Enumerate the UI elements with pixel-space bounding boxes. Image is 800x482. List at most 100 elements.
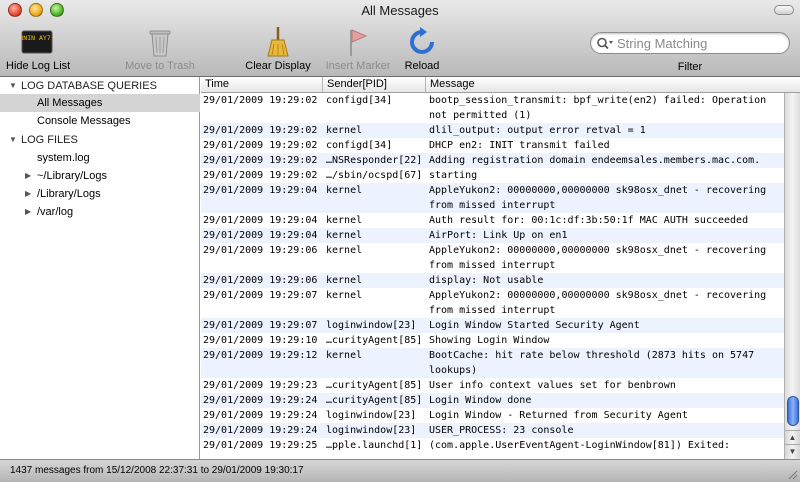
sidebar-item-label: Console Messages <box>37 115 131 127</box>
console-window: All Messages WARNIN AY7:36 Hide Log List… <box>0 0 800 482</box>
log-row[interactable]: 29/01/2009 19:29:04 kernel AirPort: Link U… <box>201 228 784 243</box>
log-time-cell: 29/01/2009 19:29:02 <box>203 155 318 166</box>
sidebar-item-all-messages[interactable]: All Messages <box>0 94 200 112</box>
clear-display-label: Clear Display <box>245 60 311 72</box>
log-message-cell: bootp_session_transmit: bpf_write(en2) f… <box>429 95 767 121</box>
log-time-cell: 29/01/2009 19:29:23 <box>203 380 318 391</box>
trash-icon <box>149 30 171 57</box>
log-time-cell: 29/01/2009 19:29:04 <box>203 215 318 226</box>
log-time-cell: 29/01/2009 19:29:25 <box>203 440 318 451</box>
log-sender-cell: kernel <box>326 215 363 226</box>
disclosure-open-icon[interactable]: ▼ <box>9 131 17 149</box>
log-sender-cell: kernel <box>326 230 363 241</box>
log-row[interactable]: 29/01/2009 19:29:07 loginwindow[23] Login … <box>201 318 784 333</box>
log-row[interactable]: 29/01/2009 19:29:07 kernel AppleYukon2: 00… <box>201 288 784 318</box>
marker-flag-icon <box>350 29 368 56</box>
log-row[interactable]: 29/01/2009 19:29:02 …/sbin/ocspd[67] start… <box>201 168 784 183</box>
scrollbar-thumb[interactable] <box>787 396 799 426</box>
sidebar-item-library-logs[interactable]: ▶ /Library/Logs <box>0 185 200 203</box>
filter-search-field[interactable] <box>590 32 790 54</box>
log-row[interactable]: 29/01/2009 19:29:04 kernel Auth result for… <box>201 213 784 228</box>
sidebar-item-console-messages[interactable]: Console Messages <box>0 112 200 130</box>
log-sender-cell: …curityAgent[85] <box>326 380 423 391</box>
clear-display-button[interactable]: Clear Display <box>240 26 316 74</box>
log-sender-cell: kernel <box>326 185 363 196</box>
status-bar: 1437 messages from 15/12/2008 22:37:31 t… <box>0 459 800 482</box>
log-sender-cell: loginwindow[23] <box>326 410 417 421</box>
log-row[interactable]: 29/01/2009 19:29:06 kernel AppleYukon2: 00… <box>201 243 784 273</box>
log-row[interactable]: 29/01/2009 19:29:24 …curityAgent[85] Login… <box>201 393 784 408</box>
log-row[interactable]: 29/01/2009 19:29:10 …curityAgent[85] Showi… <box>201 333 784 348</box>
log-row[interactable]: 29/01/2009 19:29:04 kernel AppleYukon2: 00… <box>201 183 784 213</box>
resize-grip-icon[interactable] <box>787 469 798 480</box>
vertical-scrollbar[interactable]: ▲ ▼ <box>784 93 800 459</box>
disclosure-closed-icon[interactable]: ▶ <box>25 185 31 203</box>
insert-marker-label: Insert Marker <box>325 60 391 72</box>
sidebar-item-label: /Library/Logs <box>37 188 101 200</box>
log-row[interactable]: 29/01/2009 19:29:24 loginwindow[23] USER_P… <box>201 423 784 438</box>
log-time-cell: 29/01/2009 19:29:02 <box>203 140 318 151</box>
log-row[interactable]: 29/01/2009 19:29:02 kernel dlil_output: ou… <box>201 123 784 138</box>
log-row[interactable]: 29/01/2009 19:29:12 kernel BootCache: hit … <box>201 348 784 378</box>
sidebar-item-var-log[interactable]: ▶ /var/log <box>0 203 200 221</box>
console-warning-icon: WARNIN AY7:36 <box>21 30 53 54</box>
hide-log-list-button[interactable]: WARNIN AY7:36 Hide Log List <box>6 26 71 74</box>
log-row[interactable]: 29/01/2009 19:29:24 loginwindow[23] Login … <box>201 408 784 423</box>
log-sender-cell: …/sbin/ocspd[67] <box>326 170 423 181</box>
column-header-message[interactable]: Message <box>426 77 784 93</box>
toolbar-toggle-button[interactable] <box>774 5 794 15</box>
log-time-cell: 29/01/2009 19:29:06 <box>203 275 318 286</box>
log-time-cell: 29/01/2009 19:29:24 <box>203 395 318 406</box>
column-header-time[interactable]: Time <box>201 77 323 93</box>
log-message-cell: Login Window done <box>429 395 532 406</box>
log-message-cell: USER_PROCESS: 23 console <box>429 425 574 436</box>
sidebar-group-log-database-queries[interactable]: ▼ LOG DATABASE QUERIES <box>0 77 200 95</box>
disclosure-closed-icon[interactable]: ▶ <box>25 167 31 185</box>
scroll-down-arrow[interactable]: ▼ <box>785 444 800 458</box>
filter-input[interactable] <box>617 35 785 51</box>
sidebar-item-system-log[interactable]: system.log <box>0 149 200 167</box>
sidebar-group-label: LOG FILES <box>21 134 78 146</box>
log-message-cell: User info context values set for benbrow… <box>429 380 676 391</box>
log-sender-cell: …pple.launchd[1] <box>326 440 423 451</box>
log-row[interactable]: 29/01/2009 19:29:23 …curityAgent[85] User … <box>201 378 784 393</box>
log-row[interactable]: 29/01/2009 19:29:02 configd[34] bootp_sess… <box>201 93 784 123</box>
log-row[interactable]: 29/01/2009 19:29:02 configd[34] DHCP en2: … <box>201 138 784 153</box>
sidebar-group-label: LOG DATABASE QUERIES <box>21 80 157 92</box>
disclosure-open-icon[interactable]: ▼ <box>9 77 17 95</box>
log-message-cell: DHCP en2: INIT transmit failed <box>429 140 610 151</box>
log-message-cell: starting <box>429 170 478 181</box>
disclosure-closed-icon[interactable]: ▶ <box>25 203 31 221</box>
scroll-up-arrow[interactable]: ▲ <box>785 430 800 444</box>
log-row[interactable]: 29/01/2009 19:29:06 kernel display: Not us… <box>201 273 784 288</box>
log-row[interactable]: 29/01/2009 19:29:25 …pple.launchd[1] (com.… <box>201 438 784 453</box>
column-header-sender[interactable]: Sender[PID] <box>323 77 426 93</box>
log-sender-cell: …curityAgent[85] <box>326 335 423 346</box>
log-sender-cell: …NSResponder[22] <box>326 155 423 166</box>
window-title: All Messages <box>361 3 439 18</box>
message-rows: 29/01/2009 19:29:02 configd[34] bootp_sess… <box>201 93 784 453</box>
move-to-trash-button[interactable]: Move to Trash <box>118 26 202 74</box>
log-sender-cell: loginwindow[23] <box>326 320 417 331</box>
reload-label: Reload <box>404 60 440 72</box>
insert-marker-button[interactable]: Insert Marker <box>320 26 396 74</box>
message-list[interactable]: Time Sender[PID] Message 29/01/2009 19:2… <box>201 77 800 459</box>
log-sender-cell: kernel <box>326 275 363 286</box>
sidebar-item-user-library-logs[interactable]: ▶ ~/Library/Logs <box>0 167 200 185</box>
reload-button[interactable]: Reload <box>400 26 444 74</box>
reload-icon <box>410 27 434 54</box>
svg-text:WARNIN AY7:36: WARNIN AY7:36 <box>21 34 53 42</box>
log-time-cell: 29/01/2009 19:29:07 <box>203 290 318 301</box>
log-message-cell: Showing Login Window <box>429 335 550 346</box>
log-message-cell: Login Window Started Security Agent <box>429 320 640 331</box>
log-sender-cell: kernel <box>326 290 363 301</box>
log-row[interactable]: 29/01/2009 19:29:02 …NSResponder[22] Addin… <box>201 153 784 168</box>
log-message-cell: Login Window - Returned from Security Ag… <box>429 410 688 421</box>
sidebar-item-label: All Messages <box>37 97 103 109</box>
sidebar-group-log-files[interactable]: ▼ LOG FILES <box>0 131 200 149</box>
log-message-cell: Auth result for: 00:1c:df:3b:50:1f MAC A… <box>429 215 749 226</box>
log-sender-cell: configd[34] <box>326 95 393 106</box>
log-time-cell: 29/01/2009 19:29:02 <box>203 125 318 136</box>
title-toolbar: All Messages WARNIN AY7:36 Hide Log List… <box>0 0 800 77</box>
hide-log-list-label: Hide Log List <box>6 60 71 72</box>
